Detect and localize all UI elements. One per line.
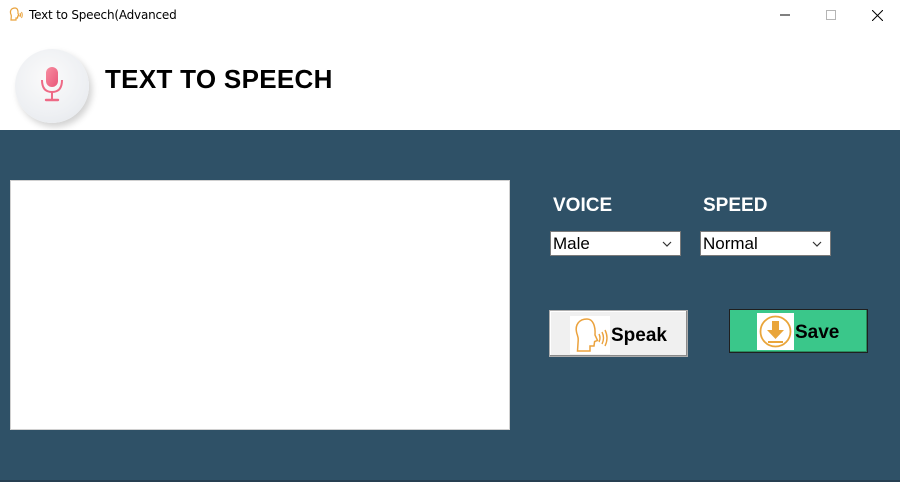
window-title: Text to Speech(Advanced [29,8,177,22]
speed-label: SPEED [703,195,768,216]
download-icon [757,313,794,350]
speak-button-label: Speak [611,325,667,346]
text-input-area[interactable] [10,180,510,430]
microphone-badge [15,49,89,123]
voice-dropdown[interactable]: Male [550,231,681,256]
minimize-button[interactable] [762,0,808,30]
chevron-down-icon [812,241,822,247]
page-title: TEXT TO SPEECH [105,64,333,94]
maximize-icon [826,10,836,20]
close-button[interactable] [854,0,900,30]
main-panel: VOICE SPEED Male Normal Speak Save [0,130,900,482]
microphone-icon [41,67,63,102]
save-button-label: Save [795,322,840,343]
voice-label: VOICE [553,195,613,216]
speed-dropdown[interactable]: Normal [700,231,831,256]
app-header: TEXT TO SPEECH [0,30,900,130]
close-icon [871,9,883,21]
maximize-button[interactable] [808,0,854,30]
speaking-head-icon [8,6,24,22]
voice-dropdown-value: Male [553,233,590,253]
speak-button[interactable]: Speak [549,310,688,357]
chevron-down-icon [662,241,672,247]
speed-dropdown-value: Normal [703,233,758,253]
title-bar: Text to Speech(Advanced [0,0,900,30]
save-button[interactable]: Save [729,309,868,353]
speaking-head-icon [570,316,610,354]
minimize-icon [780,14,790,16]
